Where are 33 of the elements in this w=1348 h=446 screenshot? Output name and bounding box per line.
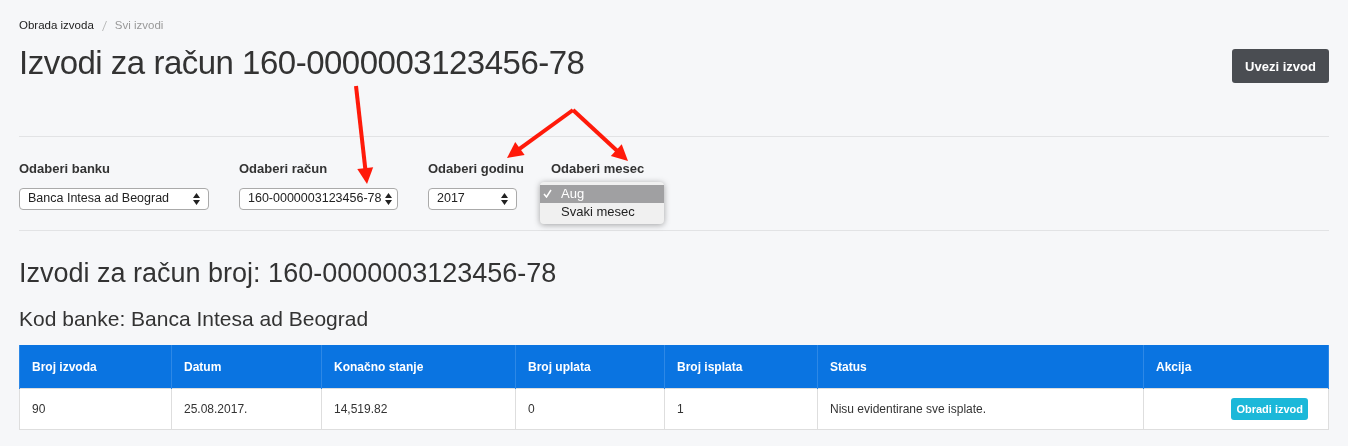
annotation-arrow	[507, 108, 575, 158]
bank-heading: Kod banke: Banca Intesa ad Beograd	[19, 306, 370, 333]
filter-label: Odaberi godinu	[428, 160, 526, 179]
sort-icon	[385, 192, 393, 205]
breadcrumb-link[interactable]: Obrada izvoda	[19, 17, 94, 35]
table-cell: 25.08.2017.	[171, 388, 322, 430]
import-button[interactable]: Uvezi izvod	[1232, 49, 1329, 84]
table-cell: 90	[19, 388, 172, 430]
column-header: Akcija	[1143, 345, 1329, 389]
column-header: Broj uplata	[515, 345, 665, 389]
column-header: Broj isplata	[664, 345, 818, 389]
table-cell: 0	[515, 388, 665, 430]
results-heading: Izvodi za račun broj: 160-0000003123456-78	[19, 257, 558, 291]
sort-icon	[501, 192, 508, 205]
filter-label: Odaberi banku	[19, 160, 112, 179]
column-header: Datum	[171, 345, 322, 389]
check-icon	[543, 189, 552, 199]
column-header: Konačno stanje	[321, 345, 516, 389]
annotation-arrow	[571, 108, 628, 161]
breadcrumb-separator-icon	[101, 20, 107, 31]
filter-label: Odaberi mesec	[551, 160, 646, 179]
column-header: Broj izvoda	[19, 345, 172, 389]
table-cell: 14,519.82	[321, 388, 516, 430]
select-field[interactable]: 160-0000003123456-78	[239, 187, 398, 210]
table-cell: Nisu evidentirane sve isplate.	[817, 388, 1144, 430]
menu-item[interactable]: Svaki mesec	[540, 202, 664, 221]
table-cell: 1	[664, 388, 818, 430]
page-title: Izvodi za račun 160-0000003123456-78	[19, 43, 585, 84]
select-field[interactable]: 2017	[428, 187, 517, 210]
column-header: Status	[817, 345, 1144, 389]
filter-label: Odaberi račun	[239, 160, 329, 179]
sort-icon	[193, 192, 200, 205]
select-field[interactable]: Banca Intesa ad Beograd	[19, 187, 209, 210]
